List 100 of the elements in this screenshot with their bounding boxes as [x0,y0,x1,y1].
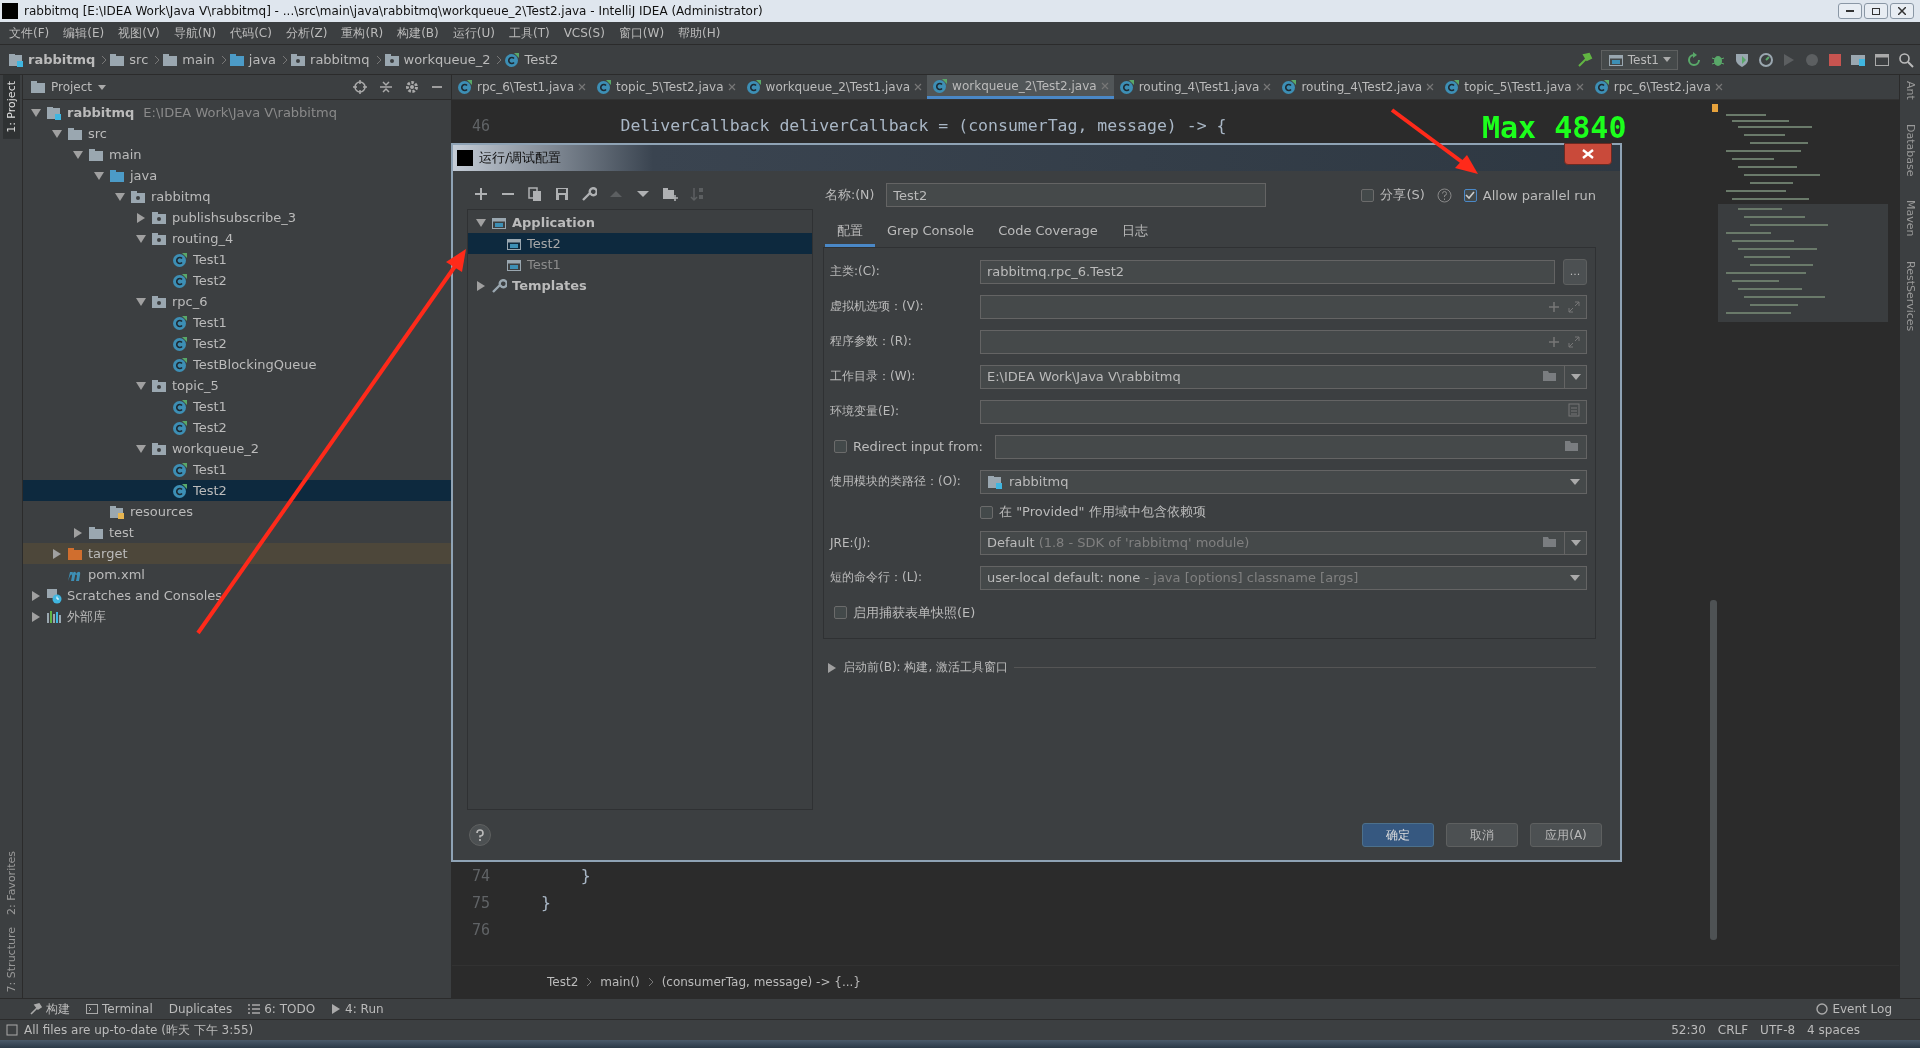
tree-item[interactable]: publishsubscribe_3 [23,207,451,228]
tool-window-button[interactable]: Duplicates [168,1002,233,1016]
input-field[interactable]: E:\IDEA Work\Java V\rabbitmq [980,364,1565,389]
status-icon[interactable] [6,1024,18,1036]
close-icon[interactable] [1575,83,1584,91]
editor-tab[interactable]: topic_5\Test1.java [1439,75,1589,99]
restore-button[interactable] [1864,3,1888,19]
stop-icon[interactable] [1828,52,1842,67]
folder-icon[interactable] [1542,534,1558,548]
tool-window-button[interactable]: 6: TODO [248,1002,316,1016]
event-log-button[interactable]: Event Log [1816,1002,1920,1016]
tab[interactable]: 日志 [1109,217,1160,247]
tool-window-tab[interactable]: 2: Favorites [2,844,20,921]
tree-item[interactable]: Test1 [23,396,451,417]
folder-icon[interactable] [1542,368,1558,382]
expand-arrow-icon[interactable] [827,662,837,673]
browse-button[interactable]: ... [1563,258,1587,285]
expand-arrow-icon[interactable] [52,548,62,559]
shield-icon[interactable] [1734,51,1750,68]
breadcrumb[interactable]: main [160,51,221,68]
tool-window-tab[interactable]: 1: Project [2,75,20,139]
tree-item[interactable]: main [23,144,451,165]
folder-icon[interactable] [1564,438,1580,452]
editor-tab[interactable]: topic_5\Test2.java [591,75,741,99]
search-icon[interactable] [1898,51,1914,68]
help-button[interactable] [469,824,491,846]
breadcrumb[interactable]: java [226,51,283,68]
checkbox[interactable] [980,505,993,519]
collapse-arrow-icon[interactable] [31,107,41,118]
tree-item[interactable]: TestBlockingQueue [23,354,451,375]
tool-window-button[interactable]: Terminal [86,1002,153,1016]
breadcrumb[interactable]: rabbitmq [288,51,376,68]
menu-item[interactable]: 导航(N) [166,24,224,42]
menu-item[interactable]: 代码(C) [223,24,279,42]
collapse-arrow-icon[interactable] [73,149,83,160]
menu-item[interactable]: 重构(R) [334,24,391,42]
run-config-dropdown[interactable]: Test1 [1600,49,1678,70]
status-item[interactable]: UTF-8 [1760,1023,1796,1037]
tool-window-button[interactable]: 构建 [30,1000,70,1018]
tree-item[interactable]: rpc_6 [23,291,451,312]
close-icon[interactable] [1426,83,1435,91]
tree-item[interactable]: Test2 [468,233,812,254]
menu-item[interactable]: 帮助(H) [671,24,728,42]
breadcrumb[interactable]: rabbitmq [6,51,102,68]
menu-item[interactable]: 视图(V) [111,24,167,42]
window-icon[interactable] [1874,51,1890,68]
status-item[interactable]: 52:30 [1671,1023,1706,1037]
tool-window-tab[interactable]: Database [1903,123,1917,177]
close-icon[interactable] [914,83,923,91]
close-button[interactable] [1564,143,1612,165]
close-icon[interactable] [727,83,736,91]
tab[interactable]: Code Coverage [986,217,1110,247]
tool-window-tab[interactable]: RestServices [1903,260,1917,332]
breadcrumb[interactable]: workqueue_2 [381,51,497,68]
command-line-dropdown[interactable]: user-local default: none - java [options] classname [args] [980,565,1587,590]
expand-arrow-icon[interactable] [73,527,83,538]
module-dropdown[interactable]: rabbitmq [980,469,1587,494]
status-item[interactable]: CRLF [1717,1023,1749,1037]
checkbox[interactable] [1463,188,1477,202]
status-item[interactable]: 4 spaces [1807,1023,1860,1037]
menu-item[interactable]: 文件(F) [2,24,57,42]
tree-item[interactable]: routing_4 [23,228,451,249]
menu-item[interactable]: 分析(Z) [278,24,335,42]
tree-item[interactable]: test [23,522,451,543]
tool-window-tab[interactable]: Maven [1903,200,1917,237]
editor-tab[interactable]: routing_4\Test1.java [1113,75,1277,99]
menu-item[interactable]: 编辑(E) [56,24,112,42]
collapse-arrow-icon[interactable] [136,296,146,307]
tree-item[interactable]: Application [468,212,812,233]
tree-item[interactable]: Test1 [23,312,451,333]
gauge-icon[interactable] [1758,51,1774,68]
breadcrumb[interactable]: main() [600,975,640,989]
dialog-button[interactable]: 取消 [1446,823,1518,847]
input-field[interactable] [994,434,1587,459]
tab[interactable]: Grep Console [875,217,987,247]
tree-item[interactable]: src [23,123,451,144]
tree-item[interactable]: pom.xml [23,564,451,585]
minimize-button[interactable] [1838,3,1862,19]
tree-item[interactable]: Test1 [23,459,451,480]
editor-tab[interactable]: rpc_6\Test2.java [1588,75,1728,99]
scrollbar-thumb[interactable] [1710,600,1717,940]
collapse-arrow-icon[interactable] [136,443,146,454]
name-field[interactable]: Test2 [886,183,1267,207]
breadcrumb[interactable]: Test2 [547,975,579,989]
add-icon[interactable] [473,186,489,202]
breadcrumb[interactable]: src [107,51,155,68]
tab[interactable]: 配置 [825,217,875,247]
tree-item[interactable]: Test1 [23,249,451,270]
collapse-arrow-icon[interactable] [136,233,146,244]
menu-item[interactable]: 构建(B) [390,24,446,42]
tree-item[interactable]: Test2 [23,333,451,354]
dialog-button[interactable]: 确定 [1362,823,1434,847]
menu-item[interactable]: VCS(S) [556,26,612,40]
dialog-button[interactable]: 应用(A) [1530,823,1602,847]
expand-arrow-icon[interactable] [31,611,41,622]
collapse-arrow-icon[interactable] [52,128,62,139]
tool-window-tab[interactable]: 7: Structure [2,920,20,998]
checkbox[interactable] [834,440,847,453]
tree-item[interactable]: java [23,165,451,186]
expand-arrow-icon[interactable] [476,280,486,291]
